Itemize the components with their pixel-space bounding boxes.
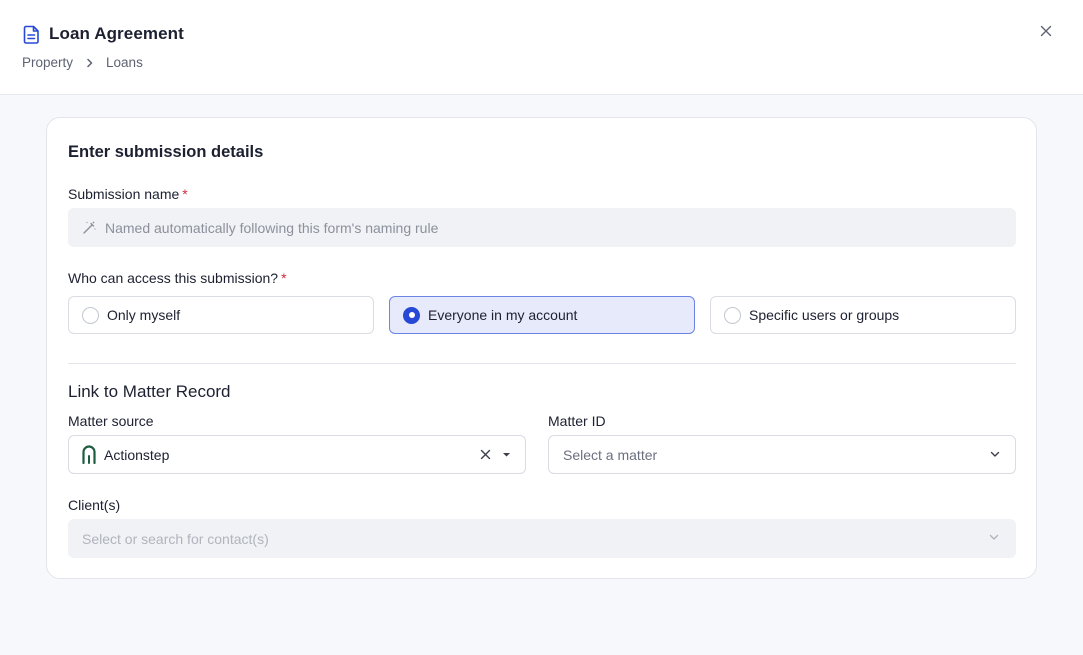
document-icon bbox=[23, 25, 40, 44]
clients-label: Client(s) bbox=[68, 497, 121, 513]
access-label: Who can access this submission? * bbox=[68, 270, 287, 286]
radio-label: Only myself bbox=[107, 307, 181, 323]
chevron-down-icon[interactable] bbox=[990, 451, 1000, 458]
breadcrumb: Property Loans bbox=[22, 55, 143, 70]
radio-button[interactable] bbox=[82, 306, 99, 324]
radio-button-selected[interactable] bbox=[403, 306, 420, 324]
clear-icon[interactable] bbox=[480, 449, 491, 460]
caret-down-icon[interactable] bbox=[502, 452, 511, 458]
required-mark: * bbox=[182, 186, 188, 202]
title-row: Loan Agreement bbox=[23, 24, 184, 44]
submission-name-placeholder: Named automatically following this form'… bbox=[105, 219, 439, 236]
submission-name-input[interactable]: Named automatically following this form'… bbox=[68, 208, 1016, 247]
required-mark: * bbox=[281, 270, 287, 286]
close-button[interactable] bbox=[1036, 21, 1056, 41]
chevron-down-icon[interactable] bbox=[989, 534, 999, 541]
submission-name-label: Submission name * bbox=[68, 186, 188, 202]
section-title: Enter submission details bbox=[68, 143, 264, 161]
actionstep-logo-icon bbox=[82, 445, 96, 464]
matter-source-label: Matter source bbox=[68, 413, 154, 429]
matter-id-select[interactable]: Select a matter bbox=[548, 435, 1016, 474]
matter-section-title: Link to Matter Record bbox=[68, 382, 231, 401]
access-option-specific-users[interactable]: Specific users or groups bbox=[710, 296, 1016, 334]
radio-label: Everyone in my account bbox=[428, 307, 578, 323]
matter-source-value: Actionstep bbox=[104, 446, 170, 463]
submission-details-card: Enter submission details Submission name… bbox=[46, 117, 1037, 579]
clients-placeholder: Select or search for contact(s) bbox=[82, 530, 269, 547]
matter-id-label: Matter ID bbox=[548, 413, 606, 429]
breadcrumb-item-property[interactable]: Property bbox=[22, 55, 73, 70]
matter-id-placeholder: Select a matter bbox=[563, 446, 658, 463]
magic-wand-icon bbox=[82, 220, 97, 235]
dialog-header: Loan Agreement Property Loans bbox=[0, 0, 1083, 95]
access-option-only-myself[interactable]: Only myself bbox=[68, 296, 374, 334]
section-divider bbox=[68, 363, 1016, 364]
breadcrumb-item-loans: Loans bbox=[106, 55, 143, 70]
matter-source-select[interactable]: Actionstep bbox=[68, 435, 526, 474]
radio-label: Specific users or groups bbox=[749, 307, 900, 323]
access-option-everyone[interactable]: Everyone in my account bbox=[389, 296, 695, 334]
close-icon bbox=[1040, 25, 1052, 37]
radio-button[interactable] bbox=[724, 306, 741, 324]
page-title: Loan Agreement bbox=[49, 24, 184, 43]
chevron-right-icon bbox=[86, 58, 94, 68]
clients-select[interactable]: Select or search for contact(s) bbox=[68, 519, 1016, 558]
